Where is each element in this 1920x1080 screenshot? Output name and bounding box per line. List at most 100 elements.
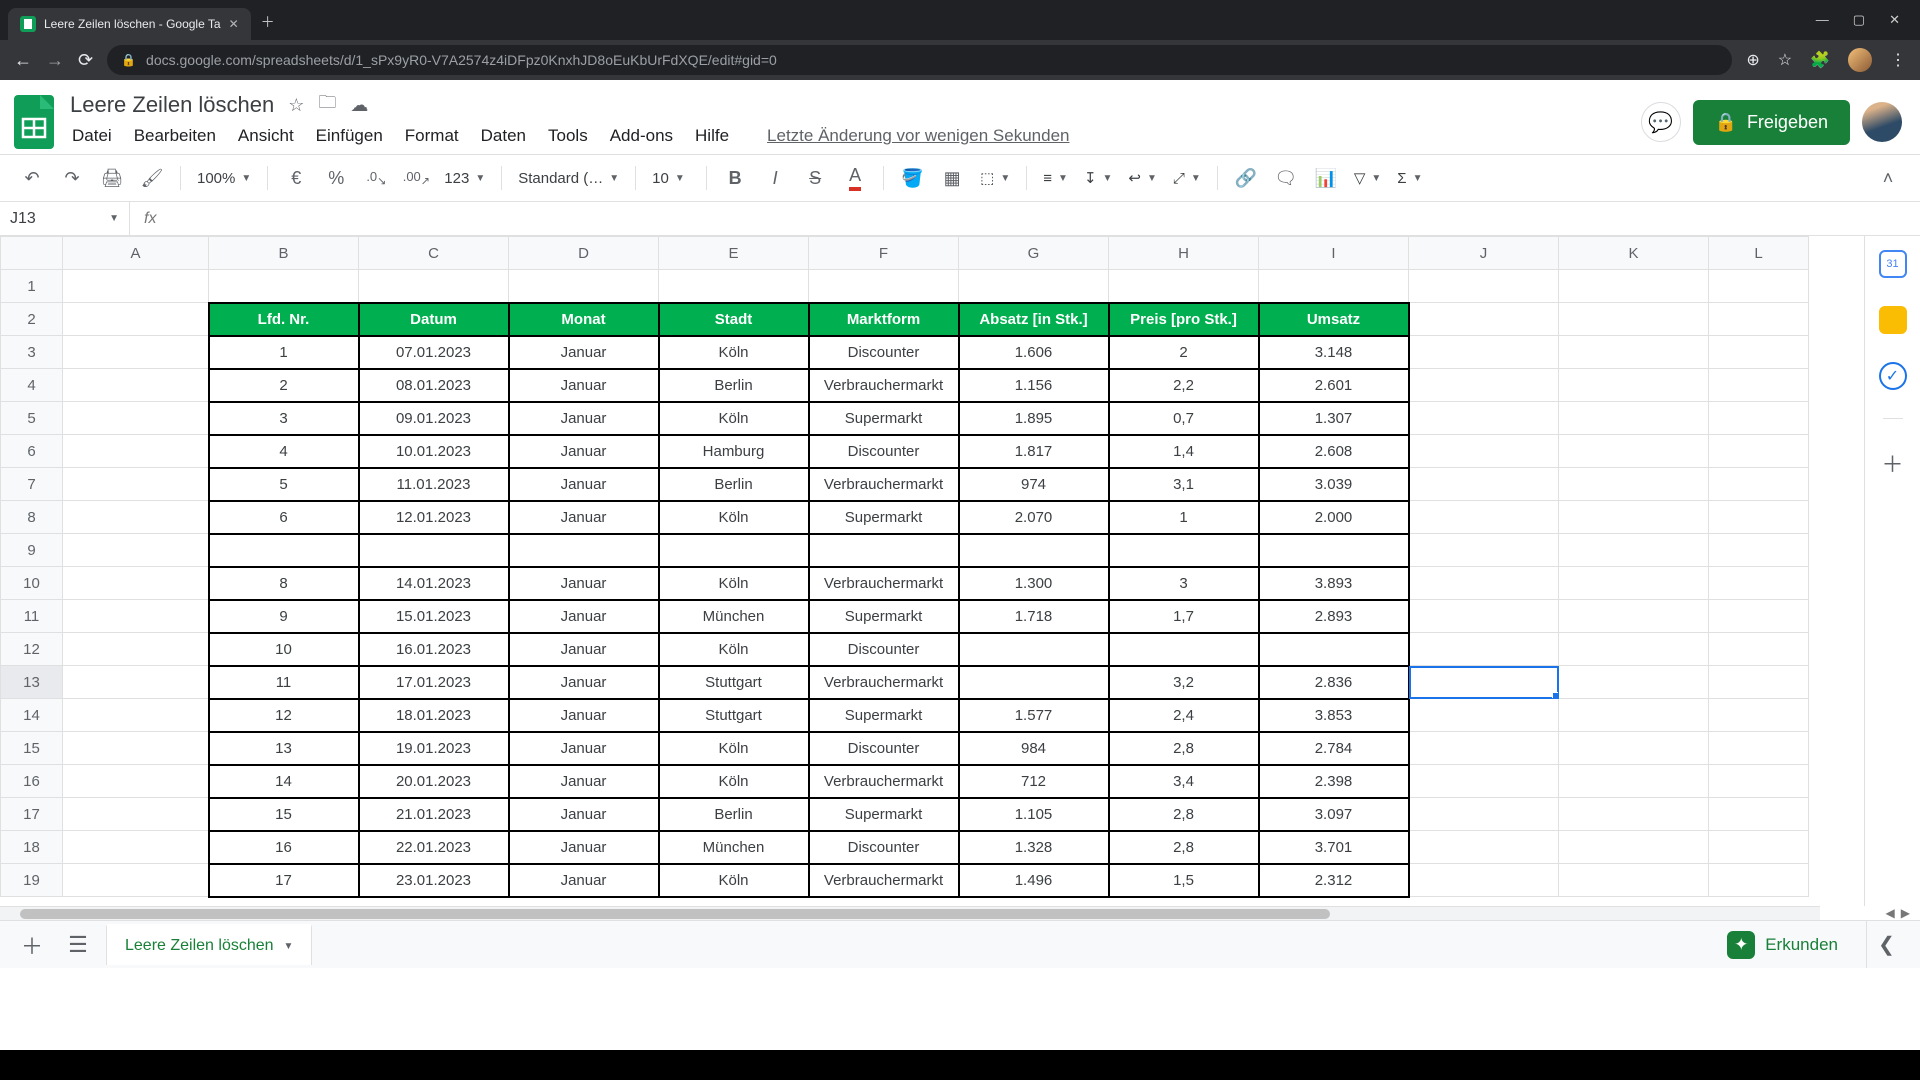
row-header-17[interactable]: 17 xyxy=(1,798,63,831)
cell-F1[interactable] xyxy=(809,270,959,303)
cell-A1[interactable] xyxy=(63,270,209,303)
cell-L1[interactable] xyxy=(1709,270,1809,303)
menu-ansicht[interactable]: Ansicht xyxy=(238,126,294,146)
formula-bar[interactable] xyxy=(170,202,1920,235)
address-bar[interactable]: 🔒 docs.google.com/spreadsheets/d/1_sPx9y… xyxy=(107,45,1732,75)
window-maximize-icon[interactable]: ▢ xyxy=(1853,12,1865,28)
cell-L12[interactable] xyxy=(1709,633,1809,666)
cell-E19[interactable]: Köln xyxy=(659,864,809,897)
cell-E15[interactable]: Köln xyxy=(659,732,809,765)
cell-F7[interactable]: Verbrauchermarkt xyxy=(809,468,959,501)
document-title[interactable]: Leere Zeilen löschen xyxy=(70,92,274,118)
tasks-addon-icon[interactable]: ✓ xyxy=(1879,362,1907,390)
cell-B11[interactable]: 9 xyxy=(209,600,359,633)
cell-I17[interactable]: 3.097 xyxy=(1259,798,1409,831)
cell-B7[interactable]: 5 xyxy=(209,468,359,501)
cell-C18[interactable]: 22.01.2023 xyxy=(359,831,509,864)
cell-J2[interactable] xyxy=(1409,303,1559,336)
cell-D11[interactable]: Januar xyxy=(509,600,659,633)
cell-F15[interactable]: Discounter xyxy=(809,732,959,765)
menu-hilfe[interactable]: Hilfe xyxy=(695,126,729,146)
cell-F5[interactable]: Supermarkt xyxy=(809,402,959,435)
window-minimize-icon[interactable]: — xyxy=(1816,12,1829,28)
borders-button[interactable]: ▦ xyxy=(934,161,970,195)
cell-A7[interactable] xyxy=(63,468,209,501)
cell-J12[interactable] xyxy=(1409,633,1559,666)
cell-K9[interactable] xyxy=(1559,534,1709,567)
cell-H17[interactable]: 2,8 xyxy=(1109,798,1259,831)
cell-F8[interactable]: Supermarkt xyxy=(809,501,959,534)
account-avatar[interactable] xyxy=(1862,102,1902,142)
menu-einfuegen[interactable]: Einfügen xyxy=(316,126,383,146)
cell-B2[interactable]: Lfd. Nr. xyxy=(209,303,359,336)
redo-button[interactable]: ↷ xyxy=(54,161,90,195)
menu-addons[interactable]: Add-ons xyxy=(610,126,673,146)
cell-H3[interactable]: 2 xyxy=(1109,336,1259,369)
row-header-7[interactable]: 7 xyxy=(1,468,63,501)
cell-J9[interactable] xyxy=(1409,534,1559,567)
vertical-align-button[interactable]: ↧▼ xyxy=(1078,169,1118,187)
sheet-tab[interactable]: Leere Zeilen löschen▼ xyxy=(106,924,312,965)
cell-E5[interactable]: Köln xyxy=(659,402,809,435)
cell-G14[interactable]: 1.577 xyxy=(959,699,1109,732)
cell-I13[interactable]: 2.836 xyxy=(1259,666,1409,699)
cell-G6[interactable]: 1.817 xyxy=(959,435,1109,468)
add-sheet-button[interactable]: ＋ xyxy=(14,927,50,963)
cell-J7[interactable] xyxy=(1409,468,1559,501)
cell-E17[interactable]: Berlin xyxy=(659,798,809,831)
horizontal-align-button[interactable]: ≡▼ xyxy=(1037,170,1074,187)
cell-K12[interactable] xyxy=(1559,633,1709,666)
horizontal-scrollbar[interactable] xyxy=(0,906,1820,920)
cell-J18[interactable] xyxy=(1409,831,1559,864)
cell-L17[interactable] xyxy=(1709,798,1809,831)
insert-comment-button[interactable]: 🗨 xyxy=(1268,161,1304,195)
cell-A13[interactable] xyxy=(63,666,209,699)
cell-G10[interactable]: 1.300 xyxy=(959,567,1109,600)
select-all-cell[interactable] xyxy=(1,237,63,270)
cell-D17[interactable]: Januar xyxy=(509,798,659,831)
cell-F12[interactable]: Discounter xyxy=(809,633,959,666)
cell-C9[interactable] xyxy=(359,534,509,567)
cell-D1[interactable] xyxy=(509,270,659,303)
menu-bearbeiten[interactable]: Bearbeiten xyxy=(134,126,216,146)
paint-format-button[interactable]: 🖌 xyxy=(134,161,170,195)
cell-K16[interactable] xyxy=(1559,765,1709,798)
cell-K10[interactable] xyxy=(1559,567,1709,600)
cell-I12[interactable] xyxy=(1259,633,1409,666)
cell-H2[interactable]: Preis [pro Stk.] xyxy=(1109,303,1259,336)
cell-K13[interactable] xyxy=(1559,666,1709,699)
profile-avatar-icon[interactable] xyxy=(1848,48,1872,72)
name-box[interactable]: J13▼ xyxy=(0,202,130,235)
cell-K1[interactable] xyxy=(1559,270,1709,303)
cell-F10[interactable]: Verbrauchermarkt xyxy=(809,567,959,600)
cell-H11[interactable]: 1,7 xyxy=(1109,600,1259,633)
cell-H12[interactable] xyxy=(1109,633,1259,666)
cell-L10[interactable] xyxy=(1709,567,1809,600)
increase-decimal-button[interactable]: .00↗ xyxy=(398,161,434,195)
cell-D8[interactable]: Januar xyxy=(509,501,659,534)
cell-H13[interactable]: 3,2 xyxy=(1109,666,1259,699)
browser-tab[interactable]: Leere Zeilen löschen - Google Ta ✕ xyxy=(8,8,251,40)
filter-button[interactable]: ▽▼ xyxy=(1348,169,1387,187)
cell-D4[interactable]: Januar xyxy=(509,369,659,402)
cell-A18[interactable] xyxy=(63,831,209,864)
cell-I15[interactable]: 2.784 xyxy=(1259,732,1409,765)
cell-A19[interactable] xyxy=(63,864,209,897)
cell-J16[interactable] xyxy=(1409,765,1559,798)
text-wrap-button[interactable]: ↩▼ xyxy=(1122,169,1162,187)
column-header-J[interactable]: J xyxy=(1409,237,1559,270)
cell-H1[interactable] xyxy=(1109,270,1259,303)
cell-C1[interactable] xyxy=(359,270,509,303)
cell-I19[interactable]: 2.312 xyxy=(1259,864,1409,897)
cell-K15[interactable] xyxy=(1559,732,1709,765)
cell-D10[interactable]: Januar xyxy=(509,567,659,600)
cell-I14[interactable]: 3.853 xyxy=(1259,699,1409,732)
row-header-8[interactable]: 8 xyxy=(1,501,63,534)
cell-K17[interactable] xyxy=(1559,798,1709,831)
font-size-dropdown[interactable]: 10▼ xyxy=(646,170,696,187)
cell-E3[interactable]: Köln xyxy=(659,336,809,369)
cell-I18[interactable]: 3.701 xyxy=(1259,831,1409,864)
cell-K2[interactable] xyxy=(1559,303,1709,336)
cell-L19[interactable] xyxy=(1709,864,1809,897)
insert-link-button[interactable]: 🔗 xyxy=(1228,161,1264,195)
